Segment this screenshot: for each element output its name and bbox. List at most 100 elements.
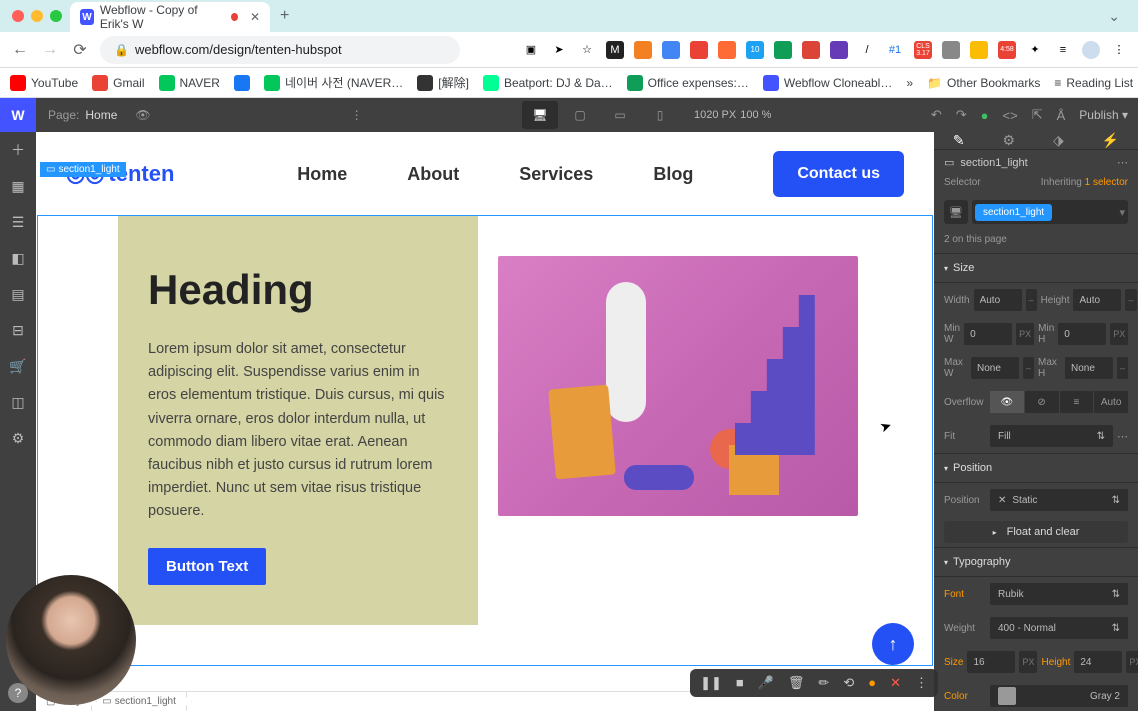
- breakpoint-mobile-icon[interactable]: ▯: [642, 101, 678, 129]
- hero-image[interactable]: [498, 256, 858, 516]
- panel-element-name[interactable]: ▭ section1_light ⋯: [934, 150, 1138, 175]
- ext-icon[interactable]: [830, 41, 848, 59]
- ext-icon[interactable]: [634, 41, 652, 59]
- send-icon[interactable]: ➤: [550, 41, 568, 59]
- redo-icon[interactable]: ↷: [956, 107, 967, 123]
- style-tab-icon[interactable]: ✎: [953, 132, 965, 149]
- unit-px[interactable]: PX: [1016, 323, 1034, 345]
- hero-heading[interactable]: Heading: [148, 266, 448, 314]
- ext-icon[interactable]: [662, 41, 680, 59]
- typography-section-header[interactable]: Typography: [934, 547, 1138, 577]
- expand-icon[interactable]: ⋮: [915, 675, 928, 691]
- maxw-input[interactable]: [971, 357, 1019, 379]
- other-bookmarks[interactable]: 📁Other Bookmarks: [927, 76, 1040, 90]
- ext-icon[interactable]: [970, 41, 988, 59]
- hero-paragraph[interactable]: Lorem ipsum dolor sit amet, consectetur …: [148, 338, 448, 524]
- font-select[interactable]: Rubik⇅: [990, 583, 1128, 605]
- hero-section[interactable]: Heading Lorem ipsum dolor sit amet, cons…: [38, 216, 932, 665]
- bookmark-gmail[interactable]: Gmail: [92, 75, 144, 91]
- stop-icon[interactable]: ■: [736, 675, 744, 691]
- bookmark-youtube[interactable]: YouTube: [10, 75, 78, 91]
- unit-label[interactable]: –: [1125, 289, 1136, 311]
- ext-icon[interactable]: 10: [746, 41, 764, 59]
- reading-list-icon[interactable]: ≡: [1054, 41, 1072, 59]
- export-icon[interactable]: ⇱: [1032, 107, 1043, 123]
- audit-icon[interactable]: Å: [1057, 108, 1066, 123]
- trash-icon[interactable]: 🗑: [788, 675, 805, 691]
- nav-link[interactable]: Services: [519, 164, 593, 185]
- ext-icon[interactable]: [774, 41, 792, 59]
- class-chip[interactable]: section1_light: [975, 204, 1052, 221]
- kebab-icon[interactable]: ⋮: [351, 108, 363, 122]
- webflow-logo-icon[interactable]: W: [0, 98, 36, 132]
- marker-icon[interactable]: ●: [868, 675, 876, 691]
- browser-tab[interactable]: W Webflow - Copy of Erik's W ✕: [70, 2, 270, 32]
- more-icon[interactable]: ⋯: [1117, 156, 1128, 169]
- components-icon[interactable]: ◧: [8, 248, 28, 268]
- refresh-icon[interactable]: ⟲: [843, 675, 854, 691]
- undo-icon[interactable]: ↶: [931, 107, 942, 123]
- breakpoint-desktop-icon[interactable]: 🖥: [522, 101, 558, 129]
- bookmark-item[interactable]: [解除]: [417, 74, 469, 91]
- unit-label[interactable]: –: [1023, 357, 1034, 379]
- bookmark-beatport[interactable]: Beatport: DJ & Da…: [483, 75, 613, 91]
- nav-link[interactable]: Blog: [653, 164, 693, 185]
- position-select[interactable]: ✕Static⇅: [990, 489, 1128, 511]
- effects-tab-icon[interactable]: ⚡: [1102, 132, 1119, 149]
- pen-icon[interactable]: ✏: [818, 675, 829, 691]
- height-input[interactable]: [1073, 289, 1121, 311]
- reading-list[interactable]: ≡Reading List: [1054, 76, 1133, 90]
- profile-icon[interactable]: [1082, 41, 1100, 59]
- pages-icon[interactable]: ▦: [8, 176, 28, 196]
- check-icon[interactable]: ●: [981, 108, 989, 123]
- unit-label[interactable]: –: [1026, 289, 1037, 311]
- ext-icon[interactable]: 4:58: [998, 41, 1016, 59]
- bookmark-webflow[interactable]: Webflow Cloneabl…: [763, 75, 893, 91]
- mic-icon[interactable]: 🎤: [758, 675, 774, 691]
- close-tab-icon[interactable]: ✕: [250, 10, 260, 24]
- tabs-chevron-icon[interactable]: ⌄: [1108, 8, 1130, 25]
- overflow-auto[interactable]: Auto: [1094, 391, 1128, 413]
- float-expand[interactable]: ▸: [993, 528, 997, 537]
- breakpoint-tablet-icon[interactable]: ▢: [562, 101, 598, 129]
- bookmark-naver-dict[interactable]: 네이버 사전 (NAVER…: [264, 74, 403, 91]
- code-icon[interactable]: <>: [1003, 108, 1018, 123]
- contact-button[interactable]: Contact us: [773, 151, 904, 197]
- ext-icon[interactable]: [802, 41, 820, 59]
- close-icon[interactable]: ✕: [998, 495, 1006, 506]
- unit-px[interactable]: PX: [1019, 651, 1037, 673]
- fit-select[interactable]: Fill⇅: [990, 425, 1113, 447]
- width-input[interactable]: [974, 289, 1022, 311]
- breakpoint-icon[interactable]: 🖥: [944, 200, 968, 224]
- bookmark-naver[interactable]: NAVER: [159, 75, 220, 91]
- forward-button[interactable]: →: [40, 41, 60, 59]
- size-section-header[interactable]: Size: [934, 253, 1138, 283]
- minh-input[interactable]: [1058, 323, 1106, 345]
- page-selector[interactable]: Page: Home: [36, 108, 129, 122]
- overflow-visible-icon[interactable]: 👁: [990, 391, 1024, 413]
- unit-px[interactable]: PX: [1110, 323, 1128, 345]
- weight-select[interactable]: 400 - Normal⇅: [990, 617, 1128, 639]
- hero-button[interactable]: Button Text: [148, 548, 266, 585]
- unit-px[interactable]: PX: [1126, 651, 1138, 673]
- breakpoint-mobile-landscape-icon[interactable]: ▭: [602, 101, 638, 129]
- ext-icon[interactable]: #1: [886, 41, 904, 59]
- nav-link[interactable]: Home: [297, 164, 347, 185]
- help-icon[interactable]: ?: [8, 683, 28, 703]
- url-field[interactable]: 🔒 webflow.com/design/tenten-hubspot: [100, 36, 460, 64]
- selection-tag[interactable]: ▭ section1_light: [40, 162, 126, 177]
- overflow-hidden-icon[interactable]: ⊘: [1025, 391, 1059, 413]
- chevron-down-icon[interactable]: ▾: [1119, 206, 1125, 219]
- maximize-window-icon[interactable]: [50, 10, 62, 22]
- settings-tab-icon[interactable]: ⚙: [1003, 132, 1016, 149]
- crumb-section[interactable]: ▭section1_light: [92, 692, 187, 711]
- lineheight-input[interactable]: [1074, 651, 1122, 673]
- float-label[interactable]: Float and clear: [1007, 526, 1080, 538]
- camera-icon[interactable]: ▣: [522, 41, 540, 59]
- minw-input[interactable]: [964, 323, 1012, 345]
- reload-button[interactable]: ⟳: [70, 40, 90, 60]
- star-icon[interactable]: ☆: [578, 41, 596, 59]
- preview-icon[interactable]: 👁: [135, 108, 150, 122]
- bookmark-sheets[interactable]: Office expenses:…: [627, 75, 749, 91]
- interactions-tab-icon[interactable]: ⬗: [1053, 132, 1064, 149]
